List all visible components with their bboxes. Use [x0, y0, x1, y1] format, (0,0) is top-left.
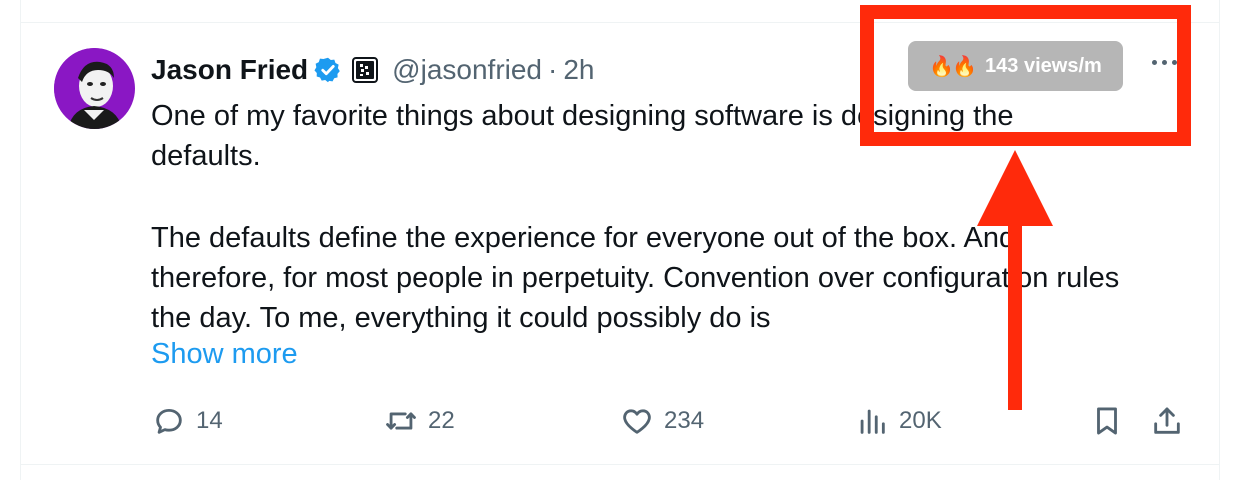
share-icon: [1154, 407, 1180, 434]
tweet-bottom-divider: [21, 464, 1219, 465]
annotation-arrow-icon: [977, 150, 1053, 410]
tweet-timestamp[interactable]: 2h: [563, 54, 594, 86]
reply-count: 14: [196, 407, 223, 434]
avatar[interactable]: [54, 48, 135, 129]
bookmark-button[interactable]: [1090, 404, 1124, 438]
views-count: 20K: [899, 407, 942, 434]
affiliate-logo-icon[interactable]: [352, 57, 379, 83]
tweet-actions-bar: 14 22 234 20K: [0, 400, 1244, 444]
like-button[interactable]: 234: [620, 404, 704, 438]
views-icon: [860, 409, 885, 434]
reply-button[interactable]: 14: [152, 404, 223, 438]
repost-count: 22: [428, 407, 455, 434]
avatar-portrait-icon: [54, 48, 134, 129]
repost-button[interactable]: 22: [384, 404, 455, 438]
author-handle[interactable]: @jasonfried: [392, 54, 542, 86]
repost-icon: [386, 412, 416, 430]
like-icon: [623, 409, 651, 434]
author-name[interactable]: Jason Fried: [151, 54, 308, 86]
bookmark-icon: [1097, 407, 1117, 435]
reply-icon: [156, 408, 182, 434]
verified-badge-icon[interactable]: [314, 56, 342, 84]
show-more-link[interactable]: Show more: [151, 338, 298, 371]
header-separator: ·: [548, 54, 558, 85]
annotation-highlight-box: [860, 5, 1191, 146]
tweet-header: Jason Fried @jasonfried · 2h: [151, 50, 595, 90]
like-count: 234: [664, 407, 705, 434]
views-button[interactable]: 20K: [855, 404, 942, 438]
share-button[interactable]: [1150, 404, 1184, 438]
